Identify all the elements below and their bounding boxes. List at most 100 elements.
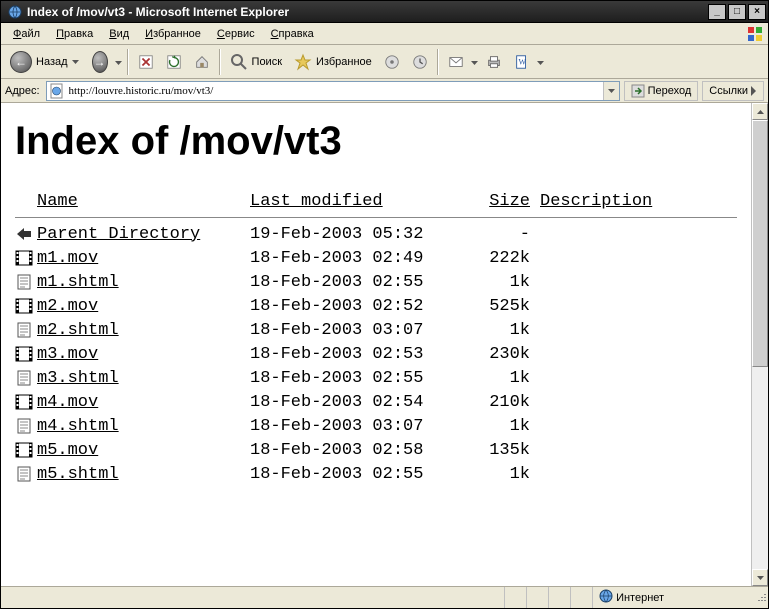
chevron-down-icon	[537, 56, 545, 68]
file-size: 135k	[470, 441, 540, 460]
text-file-icon	[15, 370, 37, 386]
favorites-button[interactable]: Избранное	[289, 49, 377, 75]
print-button[interactable]	[481, 49, 507, 75]
links-button[interactable]: Ссылки	[702, 81, 764, 101]
search-button[interactable]: Поиск	[225, 49, 287, 75]
scroll-up-button[interactable]	[752, 103, 768, 120]
windows-flag-icon	[746, 25, 764, 43]
stop-button[interactable]	[133, 49, 159, 75]
refresh-button[interactable]	[161, 49, 187, 75]
movie-file-icon	[15, 394, 37, 410]
close-button[interactable]: ×	[748, 4, 766, 20]
status-pane	[570, 587, 592, 608]
file-size: 525k	[470, 297, 540, 316]
menu-file[interactable]: Файл	[5, 26, 48, 42]
directory-listing: Name Last modified Size Description Pare…	[15, 192, 737, 486]
status-message	[1, 587, 504, 608]
history-button[interactable]	[407, 49, 433, 75]
back-button[interactable]: ← Назад	[5, 49, 85, 75]
scroll-thumb[interactable]	[752, 120, 768, 367]
text-file-icon	[15, 322, 37, 338]
client-area: Index of /mov/vt3 Name Last modified Siz…	[1, 103, 768, 586]
parent-dir-icon	[15, 226, 37, 242]
list-item: m3.mov18-Feb-2003 02:53230k	[15, 342, 737, 366]
address-dropdown[interactable]	[603, 82, 619, 100]
internet-zone-icon	[599, 589, 613, 606]
column-headers: Name Last modified Size Description	[15, 192, 737, 217]
zone-label: Интернет	[616, 592, 664, 604]
file-modified: 18-Feb-2003 02:49	[250, 249, 470, 268]
file-link[interactable]: m1.mov	[37, 249, 98, 268]
col-name: Name	[37, 192, 250, 211]
file-modified: 18-Feb-2003 02:55	[250, 465, 470, 484]
menu-favorites[interactable]: Избранное	[137, 26, 209, 42]
list-item: m2.mov 18-Feb-2003 02:52525k	[15, 294, 737, 318]
address-field-wrap[interactable]	[46, 81, 620, 101]
file-size: 1k	[470, 321, 540, 340]
file-modified: 18-Feb-2003 02:58	[250, 441, 470, 460]
file-modified: 18-Feb-2003 03:07	[250, 417, 470, 436]
file-link[interactable]: m4.shtml	[37, 417, 119, 436]
file-link[interactable]: m3.mov	[37, 345, 98, 364]
file-link[interactable]: m5.mov	[37, 441, 98, 460]
go-label: Переход	[648, 85, 692, 97]
file-link[interactable]: m2.shtml	[37, 321, 119, 340]
file-modified: 18-Feb-2003 02:52	[250, 297, 470, 316]
file-link[interactable]: m3.shtml	[37, 369, 119, 388]
file-link[interactable]: m2.mov	[37, 297, 98, 316]
list-item: m4.shtml18-Feb-2003 03:071k	[15, 414, 737, 438]
scroll-track[interactable]	[752, 120, 768, 569]
file-link[interactable]: m5.shtml	[37, 465, 119, 484]
separator	[437, 49, 439, 75]
address-bar: Адрес: Переход Ссылки	[1, 79, 768, 103]
movie-file-icon	[15, 298, 37, 314]
file-link[interactable]: m1.shtml	[37, 273, 119, 292]
go-button[interactable]: Переход	[624, 81, 699, 101]
chevron-down-icon	[72, 60, 80, 64]
edit-button[interactable]: W	[509, 49, 535, 75]
list-item: m2.shtml 18-Feb-2003 03:071k	[15, 318, 737, 342]
file-modified: 19-Feb-2003 05:32	[250, 225, 470, 244]
forward-button[interactable]: →	[87, 49, 113, 75]
col-modified: Last modified	[250, 192, 470, 211]
links-label: Ссылки	[709, 85, 748, 97]
menu-bar: Файл Правка Вид Избранное Сервис Справка	[1, 23, 768, 45]
menu-view[interactable]: Вид	[101, 26, 137, 42]
file-link[interactable]: m4.mov	[37, 393, 98, 412]
text-file-icon	[15, 274, 37, 290]
list-item: m5.shtml18-Feb-2003 02:551k	[15, 462, 737, 486]
file-modified: 18-Feb-2003 03:07	[250, 321, 470, 340]
list-item: m3.shtml18-Feb-2003 02:551k	[15, 366, 737, 390]
chevron-down-icon	[115, 56, 123, 68]
file-size: 1k	[470, 273, 540, 292]
status-pane	[504, 587, 526, 608]
file-link[interactable]: Parent Directory	[37, 225, 200, 244]
home-button[interactable]	[189, 49, 215, 75]
resize-grip[interactable]	[752, 591, 768, 605]
list-item: m1.shtml 18-Feb-2003 02:551k	[15, 270, 737, 294]
maximize-button[interactable]: □	[728, 4, 746, 20]
zone-pane: Интернет	[592, 587, 752, 608]
menu-edit[interactable]: Правка	[48, 26, 101, 42]
separator	[127, 49, 129, 75]
file-size: 230k	[470, 345, 540, 364]
file-modified: 18-Feb-2003 02:55	[250, 273, 470, 292]
movie-file-icon	[15, 442, 37, 458]
mail-button[interactable]	[443, 49, 469, 75]
media-button[interactable]	[379, 49, 405, 75]
window-title: Index of /mov/vt3 - Microsoft Internet E…	[27, 5, 706, 19]
separator	[219, 49, 221, 75]
scroll-down-button[interactable]	[752, 569, 768, 586]
vertical-scrollbar[interactable]	[751, 103, 768, 586]
file-size: 210k	[470, 393, 540, 412]
status-bar: Интернет	[1, 586, 768, 608]
menu-help[interactable]: Справка	[263, 26, 322, 42]
col-description: Description	[540, 192, 652, 211]
address-input[interactable]	[67, 85, 603, 97]
chevron-down-icon	[471, 56, 479, 68]
file-size: -	[470, 225, 540, 244]
menu-tools[interactable]: Сервис	[209, 26, 263, 42]
address-label: Адрес:	[5, 85, 42, 97]
status-pane	[526, 587, 548, 608]
minimize-button[interactable]: _	[708, 4, 726, 20]
